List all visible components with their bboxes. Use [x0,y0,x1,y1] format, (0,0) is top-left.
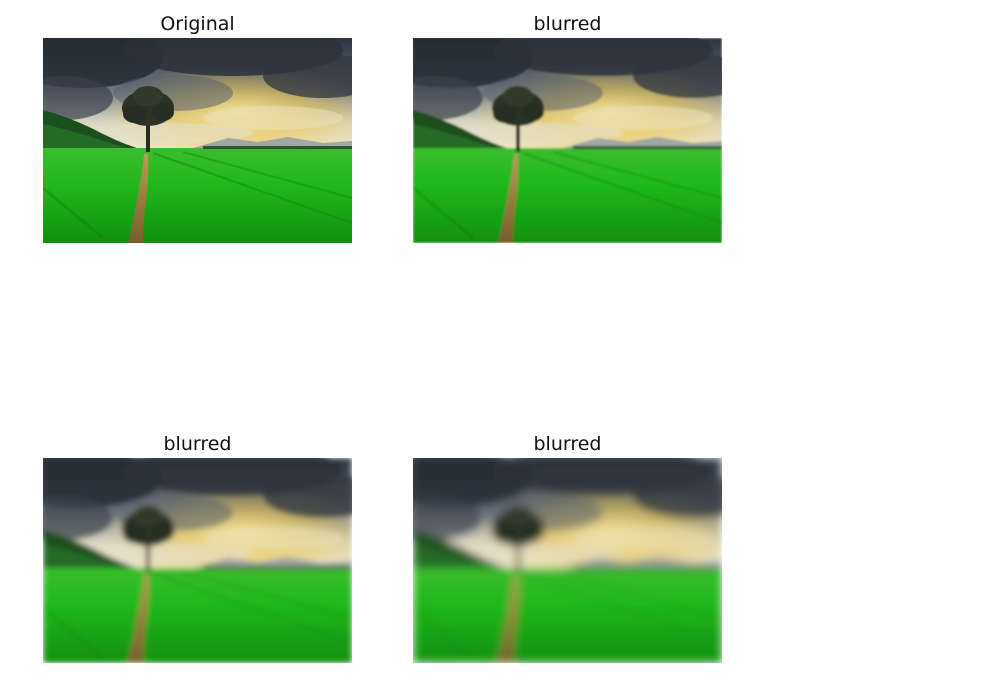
image-panel-1: Original [43,10,352,243]
image-panel-2: blurred [413,10,722,243]
panel-title: blurred [163,433,232,455]
image-panel-3: blurred [43,430,352,663]
panel-title: Original [160,13,235,35]
image-panel-4: blurred [413,430,722,663]
landscape-image [413,38,722,243]
landscape-image [43,458,352,663]
panel-title: blurred [533,13,602,35]
landscape-image [413,458,722,663]
landscape-image [43,38,352,243]
panel-title: blurred [533,433,602,455]
